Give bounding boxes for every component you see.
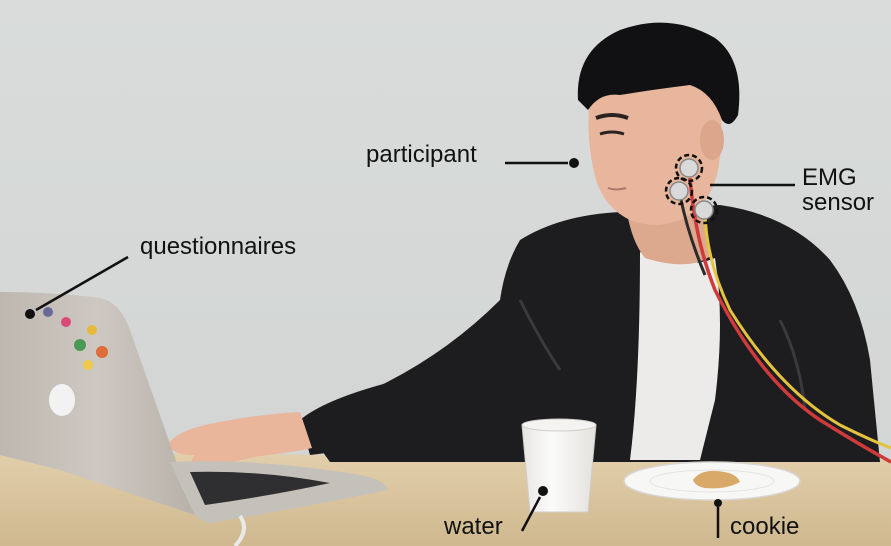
laptop-sticker — [87, 325, 97, 335]
emg-label-line2: sensor — [802, 189, 875, 217]
laptop-sticker — [83, 360, 93, 370]
emg-electrode — [669, 181, 689, 201]
emg-electrode — [679, 158, 699, 178]
emg-sensor-label: EMG sensor — [802, 164, 875, 217]
emg-electrode — [694, 200, 714, 220]
participant-ear — [700, 120, 724, 160]
apple-logo-icon — [49, 384, 75, 416]
cookie-label: cookie — [730, 513, 800, 540]
participant-label: participant — [366, 141, 477, 168]
questionnaires-label: questionnaires — [140, 233, 297, 260]
photo-scene — [0, 0, 891, 546]
cookie-pointer-dot — [714, 499, 722, 507]
water-label: water — [444, 513, 503, 540]
laptop-sticker — [74, 339, 86, 351]
emg-label-line1: EMG — [802, 164, 857, 191]
water-cup — [521, 424, 597, 513]
water-pointer-dot — [538, 486, 548, 496]
laptop-sticker — [96, 346, 108, 358]
participant-tshirt — [630, 252, 720, 460]
participant-pointer-dot — [569, 158, 579, 168]
questionnaires-pointer-dot — [25, 309, 35, 319]
laptop-sticker — [43, 307, 53, 317]
laptop-sticker — [61, 317, 71, 327]
water-cup-rim — [521, 418, 597, 432]
